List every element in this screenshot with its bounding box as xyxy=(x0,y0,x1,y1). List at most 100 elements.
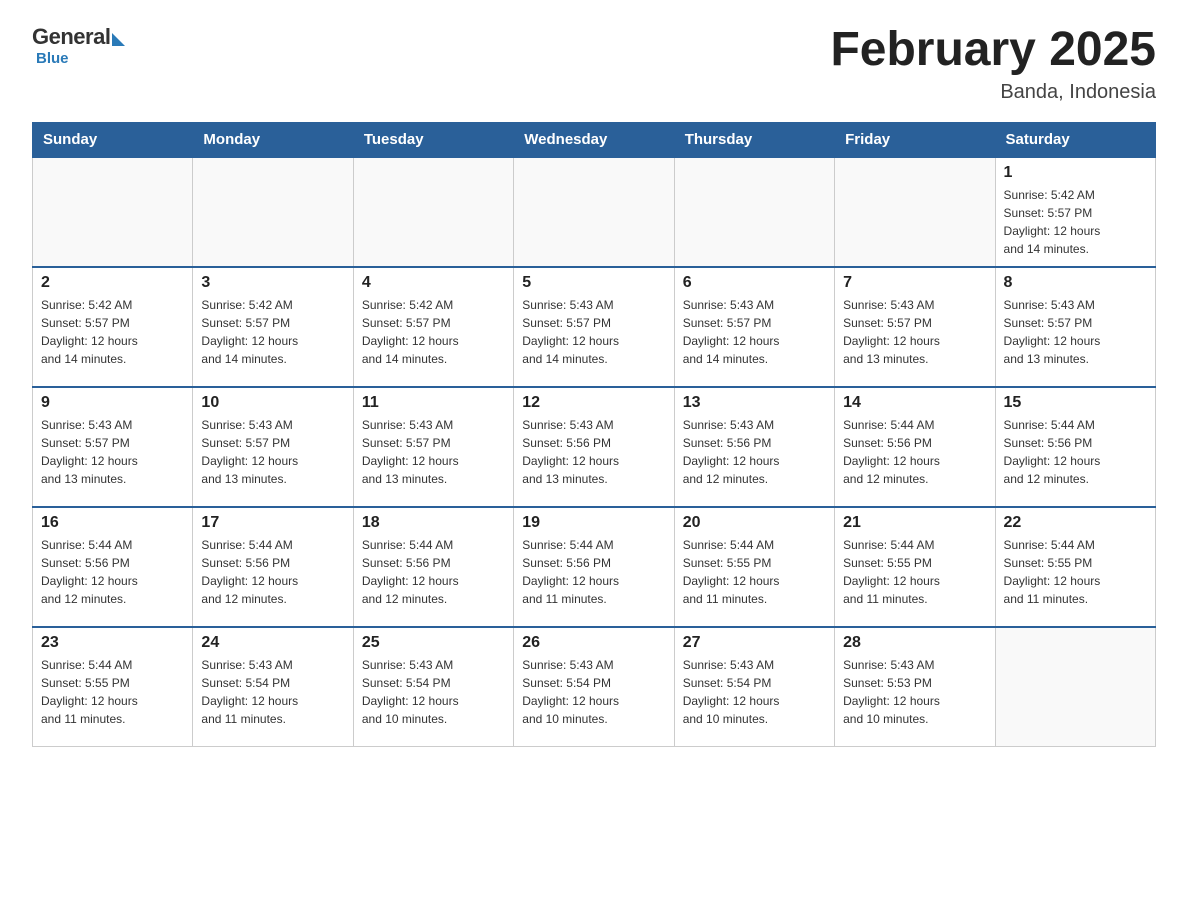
calendar-table: SundayMondayTuesdayWednesdayThursdayFrid… xyxy=(32,122,1156,748)
day-info: Sunrise: 5:44 AMSunset: 5:55 PMDaylight:… xyxy=(843,536,986,608)
calendar-cell: 14 Sunrise: 5:44 AMSunset: 5:56 PMDayligh… xyxy=(835,387,995,507)
day-info: Sunrise: 5:43 AMSunset: 5:54 PMDaylight:… xyxy=(362,656,505,728)
day-info: Sunrise: 5:43 AMSunset: 5:57 PMDaylight:… xyxy=(1004,296,1147,368)
day-number: 8 xyxy=(1004,274,1147,292)
day-number: 13 xyxy=(683,394,826,412)
calendar-cell: 10 Sunrise: 5:43 AMSunset: 5:57 PMDayligh… xyxy=(193,387,353,507)
calendar-cell: 16 Sunrise: 5:44 AMSunset: 5:56 PMDayligh… xyxy=(33,507,193,627)
location-text: Banda, Indonesia xyxy=(830,81,1156,104)
day-number: 5 xyxy=(522,274,665,292)
calendar-cell: 26 Sunrise: 5:43 AMSunset: 5:54 PMDayligh… xyxy=(514,627,674,747)
calendar-week-row: 2 Sunrise: 5:42 AMSunset: 5:57 PMDaylight… xyxy=(33,267,1156,387)
calendar-cell: 4Sunrise: 5:42 AMSunset: 5:57 PMDaylight… xyxy=(353,267,513,387)
calendar-cell: 15 Sunrise: 5:44 AMSunset: 5:56 PMDayligh… xyxy=(995,387,1155,507)
day-number: 9 xyxy=(41,394,184,412)
calendar-cell: 9 Sunrise: 5:43 AMSunset: 5:57 PMDaylight… xyxy=(33,387,193,507)
weekday-header-friday: Friday xyxy=(835,122,995,157)
day-info: Sunrise: 5:42 AMSunset: 5:57 PMDaylight:… xyxy=(41,296,184,368)
day-number: 15 xyxy=(1004,394,1147,412)
logo: General Blue xyxy=(32,24,125,67)
day-info: Sunrise: 5:44 AMSunset: 5:56 PMDaylight:… xyxy=(843,416,986,488)
calendar-cell xyxy=(33,157,193,267)
day-number: 14 xyxy=(843,394,986,412)
calendar-cell: 12Sunrise: 5:43 AMSunset: 5:56 PMDayligh… xyxy=(514,387,674,507)
calendar-cell xyxy=(995,627,1155,747)
day-number: 7 xyxy=(843,274,986,292)
day-info: Sunrise: 5:43 AMSunset: 5:54 PMDaylight:… xyxy=(522,656,665,728)
logo-general-text: General xyxy=(32,24,110,50)
day-number: 20 xyxy=(683,514,826,532)
day-info: Sunrise: 5:44 AMSunset: 5:56 PMDaylight:… xyxy=(41,536,184,608)
calendar-cell xyxy=(514,157,674,267)
day-info: Sunrise: 5:43 AMSunset: 5:57 PMDaylight:… xyxy=(683,296,826,368)
calendar-cell xyxy=(193,157,353,267)
day-info: Sunrise: 5:44 AMSunset: 5:56 PMDaylight:… xyxy=(201,536,344,608)
weekday-header-monday: Monday xyxy=(193,122,353,157)
calendar-cell: 19Sunrise: 5:44 AMSunset: 5:56 PMDayligh… xyxy=(514,507,674,627)
day-number: 25 xyxy=(362,634,505,652)
calendar-cell xyxy=(353,157,513,267)
weekday-header-saturday: Saturday xyxy=(995,122,1155,157)
day-info: Sunrise: 5:43 AMSunset: 5:57 PMDaylight:… xyxy=(201,416,344,488)
calendar-cell: 17 Sunrise: 5:44 AMSunset: 5:56 PMDayligh… xyxy=(193,507,353,627)
day-number: 10 xyxy=(201,394,344,412)
calendar-cell: 23Sunrise: 5:44 AMSunset: 5:55 PMDayligh… xyxy=(33,627,193,747)
day-number: 23 xyxy=(41,634,184,652)
day-number: 24 xyxy=(201,634,344,652)
calendar-cell: 20 Sunrise: 5:44 AMSunset: 5:55 PMDayligh… xyxy=(674,507,834,627)
day-info: Sunrise: 5:43 AMSunset: 5:54 PMDaylight:… xyxy=(201,656,344,728)
calendar-cell xyxy=(835,157,995,267)
calendar-cell: 22Sunrise: 5:44 AMSunset: 5:55 PMDayligh… xyxy=(995,507,1155,627)
day-number: 22 xyxy=(1004,514,1147,532)
day-info: Sunrise: 5:44 AMSunset: 5:56 PMDaylight:… xyxy=(522,536,665,608)
day-info: Sunrise: 5:42 AMSunset: 5:57 PMDaylight:… xyxy=(1004,186,1147,258)
page-header: General Blue February 2025 Banda, Indone… xyxy=(32,24,1156,104)
calendar-cell: 13 Sunrise: 5:43 AMSunset: 5:56 PMDayligh… xyxy=(674,387,834,507)
calendar-cell: 3Sunrise: 5:42 AMSunset: 5:57 PMDaylight… xyxy=(193,267,353,387)
month-title: February 2025 xyxy=(830,24,1156,77)
calendar-cell: 24 Sunrise: 5:43 AMSunset: 5:54 PMDayligh… xyxy=(193,627,353,747)
weekday-header-row: SundayMondayTuesdayWednesdayThursdayFrid… xyxy=(33,122,1156,157)
calendar-cell: 2 Sunrise: 5:42 AMSunset: 5:57 PMDaylight… xyxy=(33,267,193,387)
calendar-cell: 21 Sunrise: 5:44 AMSunset: 5:55 PMDayligh… xyxy=(835,507,995,627)
day-info: Sunrise: 5:43 AMSunset: 5:56 PMDaylight:… xyxy=(683,416,826,488)
day-number: 28 xyxy=(843,634,986,652)
day-number: 27 xyxy=(683,634,826,652)
day-number: 26 xyxy=(522,634,665,652)
day-info: Sunrise: 5:44 AMSunset: 5:55 PMDaylight:… xyxy=(683,536,826,608)
calendar-cell: 18 Sunrise: 5:44 AMSunset: 5:56 PMDayligh… xyxy=(353,507,513,627)
day-number: 12 xyxy=(522,394,665,412)
day-info: Sunrise: 5:44 AMSunset: 5:56 PMDaylight:… xyxy=(362,536,505,608)
calendar-week-row: 23Sunrise: 5:44 AMSunset: 5:55 PMDayligh… xyxy=(33,627,1156,747)
day-number: 16 xyxy=(41,514,184,532)
calendar-cell: 1Sunrise: 5:42 AMSunset: 5:57 PMDaylight… xyxy=(995,157,1155,267)
title-area: February 2025 Banda, Indonesia xyxy=(830,24,1156,104)
day-number: 18 xyxy=(362,514,505,532)
logo-arrow-icon xyxy=(112,33,125,46)
calendar-cell: 7Sunrise: 5:43 AMSunset: 5:57 PMDaylight… xyxy=(835,267,995,387)
day-number: 11 xyxy=(362,394,505,412)
day-info: Sunrise: 5:43 AMSunset: 5:57 PMDaylight:… xyxy=(362,416,505,488)
day-number: 2 xyxy=(41,274,184,292)
calendar-cell: 6 Sunrise: 5:43 AMSunset: 5:57 PMDaylight… xyxy=(674,267,834,387)
day-info: Sunrise: 5:43 AMSunset: 5:57 PMDaylight:… xyxy=(522,296,665,368)
logo-blue-text: Blue xyxy=(36,50,69,67)
weekday-header-tuesday: Tuesday xyxy=(353,122,513,157)
day-number: 21 xyxy=(843,514,986,532)
day-number: 6 xyxy=(683,274,826,292)
calendar-week-row: 9 Sunrise: 5:43 AMSunset: 5:57 PMDaylight… xyxy=(33,387,1156,507)
calendar-cell xyxy=(674,157,834,267)
calendar-cell: 25 Sunrise: 5:43 AMSunset: 5:54 PMDayligh… xyxy=(353,627,513,747)
day-info: Sunrise: 5:42 AMSunset: 5:57 PMDaylight:… xyxy=(201,296,344,368)
calendar-cell: 5 Sunrise: 5:43 AMSunset: 5:57 PMDaylight… xyxy=(514,267,674,387)
calendar-week-row: 1Sunrise: 5:42 AMSunset: 5:57 PMDaylight… xyxy=(33,157,1156,267)
weekday-header-sunday: Sunday xyxy=(33,122,193,157)
calendar-week-row: 16 Sunrise: 5:44 AMSunset: 5:56 PMDayligh… xyxy=(33,507,1156,627)
weekday-header-wednesday: Wednesday xyxy=(514,122,674,157)
day-number: 17 xyxy=(201,514,344,532)
calendar-cell: 27Sunrise: 5:43 AMSunset: 5:54 PMDayligh… xyxy=(674,627,834,747)
calendar-cell: 11 Sunrise: 5:43 AMSunset: 5:57 PMDayligh… xyxy=(353,387,513,507)
day-info: Sunrise: 5:44 AMSunset: 5:56 PMDaylight:… xyxy=(1004,416,1147,488)
weekday-header-thursday: Thursday xyxy=(674,122,834,157)
day-info: Sunrise: 5:43 AMSunset: 5:57 PMDaylight:… xyxy=(41,416,184,488)
